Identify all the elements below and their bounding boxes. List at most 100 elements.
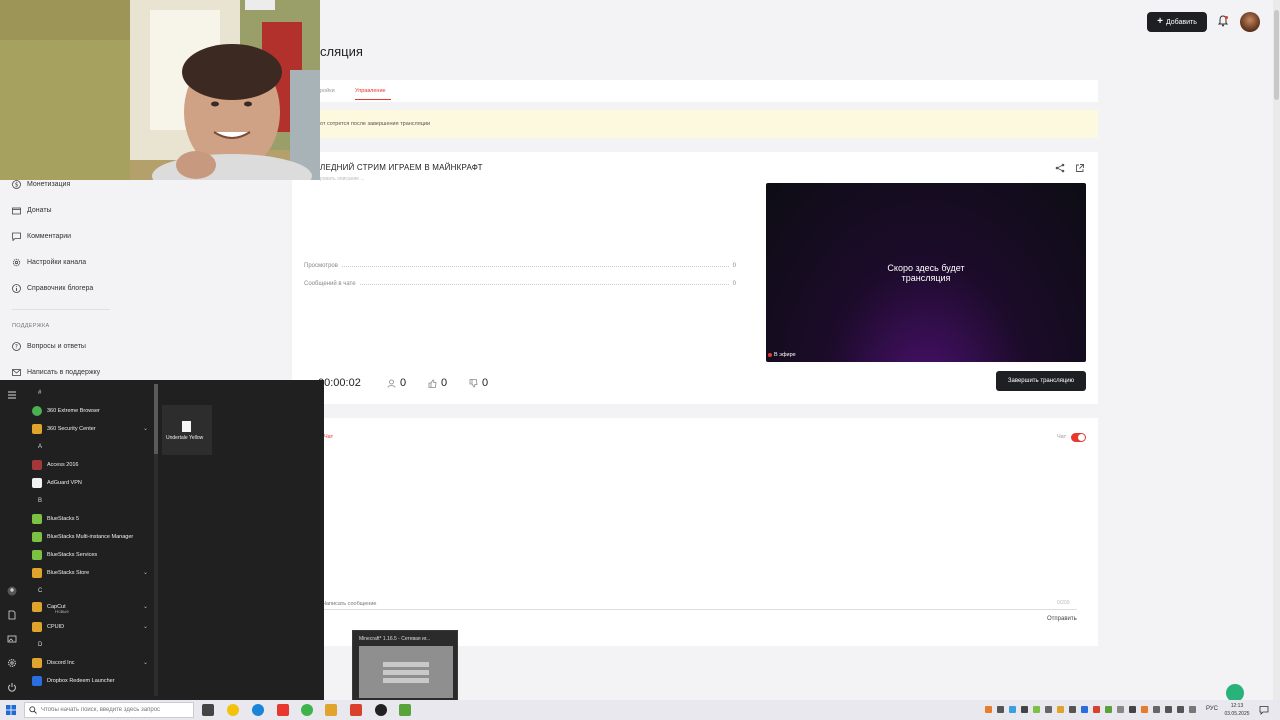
tray-icon[interactable]	[1129, 706, 1136, 713]
network-icon[interactable]	[1165, 706, 1172, 713]
app-access-2016[interactable]: Access 2016	[32, 458, 150, 472]
live-dot-icon	[768, 353, 772, 357]
chrome-icon[interactable]	[301, 704, 313, 716]
settings-gear-icon[interactable]	[7, 658, 17, 668]
user-account-icon[interactable]	[7, 586, 17, 596]
tray-icon[interactable]	[1069, 706, 1076, 713]
chat-toggle[interactable]	[1071, 433, 1086, 442]
chat-tab[interactable]: Чат	[324, 434, 333, 440]
system-clock[interactable]: 12:13 03.05.2025	[1222, 702, 1252, 718]
task-view-icon[interactable]	[202, 704, 214, 716]
chat-char-counter: 0/200	[1057, 600, 1070, 606]
app-360-security-center[interactable]: 360 Security Center ⌄	[32, 422, 150, 436]
avatar[interactable]	[1240, 12, 1260, 32]
tray-icon[interactable]	[1105, 706, 1112, 713]
tab-settings[interactable]: ройки	[320, 88, 335, 94]
obs-icon[interactable]	[375, 704, 387, 716]
sidebar-item-contact-support[interactable]: Написать в поддержку	[12, 368, 100, 377]
app-dropbox-redeem-launcher[interactable]: Dropbox Redeem Launcher	[32, 674, 150, 688]
app-discord-inc[interactable]: Discord Inc ⌄	[32, 656, 150, 670]
taskbar: РУС 12:13 03.05.2025	[0, 700, 1280, 720]
chevron-down-icon: ⌄	[142, 624, 148, 630]
minecraft-icon[interactable]	[399, 704, 411, 716]
tray-icon[interactable]	[997, 706, 1004, 713]
stat-chat-label: Сообщений в чате	[304, 281, 356, 287]
external-link-icon[interactable]	[1075, 163, 1085, 173]
sidebar-item-donations[interactable]: Донаты	[12, 206, 52, 215]
app-bluestacks-services[interactable]: BlueStacks Services	[32, 548, 150, 562]
section-letter[interactable]: D	[38, 642, 42, 648]
page-scrollbar[interactable]	[1273, 0, 1280, 700]
app-cpuid[interactable]: CPUID ⌄	[32, 620, 150, 634]
pictures-icon[interactable]	[7, 634, 17, 644]
chat-send-button[interactable]: Отправить	[1047, 616, 1077, 622]
tray-icon[interactable]	[1045, 706, 1052, 713]
thumbs-down-icon	[469, 378, 478, 387]
sidebar-item-comments[interactable]: Комментарии	[12, 232, 71, 241]
tray-icon[interactable]	[1081, 706, 1088, 713]
tray-icon[interactable]	[1141, 706, 1148, 713]
chevron-down-icon: ⌄	[142, 426, 148, 432]
viewers-metric: 0	[387, 377, 406, 389]
tab-management[interactable]: Управление	[355, 88, 386, 94]
battery-icon[interactable]	[1189, 706, 1196, 713]
app-label: 360 Security Center	[47, 426, 96, 432]
page-title: сляция	[320, 44, 363, 59]
sidebar-item-channel-settings[interactable]: Настройки канала	[12, 258, 86, 267]
windows-start-icon[interactable]	[6, 705, 16, 715]
tray-icon[interactable]	[985, 706, 992, 713]
sidebar-item-faq[interactable]: ? Вопросы и ответы	[12, 342, 86, 351]
stream-preview[interactable]: Скоро здесь будет трансляция	[766, 183, 1086, 362]
app-icon-red[interactable]	[350, 704, 362, 716]
app-adguard-vpn[interactable]: AdGuard VPN	[32, 476, 150, 490]
tray-icon[interactable]	[1117, 706, 1124, 713]
app-label: CPUID	[47, 624, 65, 630]
end-stream-button[interactable]: Завершить трансляцию	[996, 371, 1086, 391]
app-bluestacks-store[interactable]: BlueStacks Store ⌄	[32, 566, 150, 580]
tray-icon[interactable]	[1021, 706, 1028, 713]
thumbs-up-icon	[428, 379, 437, 388]
folder-icon	[32, 424, 42, 434]
file-explorer-icon[interactable]	[325, 704, 337, 716]
share-icon[interactable]	[1055, 163, 1065, 173]
section-letter[interactable]: B	[38, 498, 42, 504]
viewers-count: 0	[400, 377, 407, 389]
tray-icon[interactable]	[1057, 706, 1064, 713]
hamburger-icon[interactable]	[7, 390, 17, 400]
section-letter[interactable]: C	[38, 588, 42, 594]
bell-icon[interactable]	[1217, 15, 1229, 27]
start-menu-scrollbar[interactable]	[154, 384, 158, 696]
tray-icon[interactable]	[1093, 706, 1100, 713]
svg-text:$: $	[15, 182, 19, 189]
yandex-browser-icon[interactable]	[227, 704, 239, 716]
tray-icon[interactable]	[1153, 706, 1160, 713]
volume-icon[interactable]	[1177, 706, 1184, 713]
sidebar-item-monetization[interactable]: $ Монетизация	[12, 180, 70, 189]
sidebar-item-blogger-guide[interactable]: Справочник блогера	[12, 284, 93, 293]
section-letter[interactable]: #	[38, 390, 41, 396]
tray-icon[interactable]	[1009, 706, 1016, 713]
edge-icon[interactable]	[252, 704, 264, 716]
app-capcut[interactable]: CapCut Новые ⌄	[32, 600, 150, 614]
dislikes-metric: 0	[469, 377, 488, 389]
taskbar-search-input[interactable]	[24, 702, 194, 718]
chat-message-input[interactable]	[322, 598, 1077, 610]
app-360-extreme-browser[interactable]: 360 Extreme Browser	[32, 404, 150, 418]
app-bluestacks-multi-instance[interactable]: BlueStacks Multi-instance Manager	[32, 530, 150, 544]
notifications-icon[interactable]	[1259, 705, 1269, 715]
power-icon[interactable]	[7, 682, 17, 692]
pinned-tile-undertale-yellow[interactable]: Undertale Yellow	[162, 405, 212, 455]
edit-description-link[interactable]: ровать описание ...	[320, 176, 365, 182]
user-icon	[387, 379, 396, 388]
tray-icon[interactable]	[1033, 706, 1040, 713]
taskbar-window-preview[interactable]: Minecraft* 1.16.5 - Сетевая иг...	[352, 630, 458, 702]
section-letter[interactable]: A	[38, 444, 42, 450]
document-icon[interactable]	[7, 610, 17, 620]
language-indicator[interactable]: РУС	[1206, 706, 1218, 712]
start-menu: # 360 Extreme Browser 360 Security Cente…	[0, 380, 324, 700]
gear-icon	[12, 258, 21, 267]
app-label: BlueStacks Store	[47, 570, 90, 576]
app-bluestacks-5[interactable]: BlueStacks 5	[32, 512, 150, 526]
add-button[interactable]: + Добавить	[1147, 12, 1207, 32]
yandex-icon[interactable]	[277, 704, 289, 716]
